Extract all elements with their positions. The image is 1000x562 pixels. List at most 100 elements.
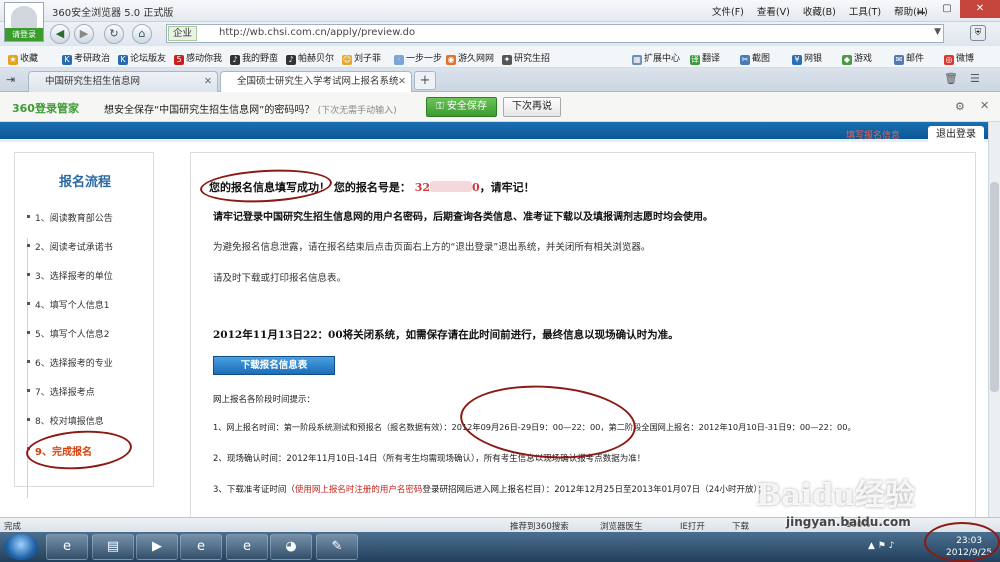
step-item: 2、阅读考试承诺书 — [27, 240, 113, 253]
forward-icon[interactable]: ▶ — [74, 24, 94, 44]
tab-chsi[interactable]: 中国研究生招生信息网 ✕ — [28, 71, 218, 92]
step-item: 8、校对填报信息 — [27, 414, 104, 427]
menu-favorites[interactable]: 收藏(B) — [803, 7, 836, 18]
close-tab-icon[interactable]: ✕ — [204, 72, 212, 91]
step-item-current: 9、完成报名 — [27, 443, 92, 458]
favorites-menu[interactable]: ★ 收藏 — [8, 51, 38, 65]
games-button[interactable]: ◆ 游戏 — [842, 51, 872, 65]
browser-doctor[interactable]: 浏览器医生 — [600, 520, 643, 532]
paint-icon[interactable]: ✎ — [316, 534, 358, 560]
media-player-icon[interactable]: ▶ — [136, 534, 178, 560]
menu-bar: 文件(F) 查看(V) 收藏(B) 工具(T) 帮助(H) — [712, 4, 938, 18]
translate-button[interactable]: 译翻译 — [690, 51, 720, 65]
password-manager-bar: 360登录管家 想安全保存“中国研究生招生信息网”的密码吗？ (下次无需手动输入… — [0, 92, 1000, 122]
close-icon[interactable]: ✕ — [960, 0, 1000, 18]
fav-item[interactable]: ✦ 研究生招 — [502, 51, 550, 65]
zoom-level[interactable]: 100% — [846, 520, 870, 530]
site-icon: ◉ — [446, 55, 456, 65]
menu-tools[interactable]: 工具(T) — [849, 7, 881, 18]
window-controls: ▁ ▢ ✕ — [908, 0, 1000, 20]
weibo-icon: ◎ — [944, 55, 954, 65]
sidebar-toggle-icon[interactable]: ⇥ — [6, 73, 15, 86]
site-icon: K — [62, 55, 72, 65]
close-icon[interactable]: ✕ — [980, 99, 989, 112]
screenshot-button[interactable]: ✂ 截图 — [740, 51, 770, 65]
logout-button[interactable]: 退出登录 — [928, 126, 984, 144]
star-icon: ★ — [8, 55, 18, 65]
mail-button[interactable]: ✉ 邮件 — [894, 51, 924, 65]
download-form-button[interactable]: 下载报名信息表 — [213, 356, 335, 375]
step-item: 6、选择报考的专业 — [27, 356, 113, 369]
tray-icons[interactable]: ▲ ⚑ ♪ — [868, 541, 894, 551]
trash-icon[interactable]: 🗑 — [944, 72, 958, 85]
avatar[interactable]: 请登录 — [4, 2, 44, 42]
back-icon[interactable]: ◀ — [50, 24, 70, 44]
puzzle-icon: ▦ — [632, 55, 642, 65]
fav-item[interactable]: ♪ 我的野蛮 — [230, 51, 278, 65]
shield-icon[interactable]: ⛨ — [970, 25, 986, 41]
folder-icon[interactable]: ▤ — [92, 534, 134, 560]
system-close-notice: 2012年11月13日22：00将关闭系统，如需保存请在此时间前进行，最终信息以… — [213, 329, 679, 341]
url-text[interactable]: http://wb.chsi.com.cn/apply/preview.do — [219, 27, 415, 38]
menu-view[interactable]: 查看(V) — [757, 7, 790, 18]
site-icon: · — [394, 55, 404, 65]
qq-icon[interactable]: ◕ — [270, 534, 312, 560]
maximize-icon[interactable]: ▢ — [934, 0, 960, 18]
scrollbar-thumb[interactable] — [990, 182, 999, 392]
gear-icon[interactable]: ⚙ — [955, 100, 965, 113]
later-button[interactable]: 下次再说 — [503, 97, 561, 117]
web-page: 填写报名信息 退出登录 报名流程 1、阅读教育部公告 2、阅读考试承诺书 3、选… — [0, 122, 988, 517]
tab-list-icon[interactable]: ☰ — [970, 72, 980, 85]
window-title: 360安全浏览器 5.0 正式版 — [52, 8, 174, 19]
login-button[interactable]: 请登录 — [5, 28, 43, 41]
site-icon: ♪ — [230, 55, 240, 65]
bank-button[interactable]: ¥ 网银 — [792, 51, 822, 65]
title-bar: 360安全浏览器 5.0 正式版 文件(F) 查看(V) 收藏(B) 工具(T)… — [0, 0, 1000, 22]
recommend-360-search[interactable]: 推荐到360搜索 — [510, 520, 569, 532]
menu-file[interactable]: 文件(F) — [712, 7, 744, 18]
tab-registration[interactable]: 全国硕士研究生入学考试网上报名系统 ✕ — [220, 71, 412, 92]
fav-item[interactable]: · 一步一步 — [394, 51, 442, 65]
gamepad-icon: ◆ — [842, 55, 852, 65]
start-button[interactable] — [4, 534, 38, 560]
site-icon: ☺ — [342, 55, 352, 65]
downloads[interactable]: 下载 — [732, 520, 749, 532]
fav-item[interactable]: K 考研政治 — [62, 51, 110, 65]
site-icon: K — [118, 55, 128, 65]
refresh-icon[interactable]: ↻ — [104, 24, 124, 44]
success-message: 您的报名信息填写成功！ 您的报名号是： 32 0，请牢记！ — [209, 181, 535, 194]
fav-item[interactable]: K 论坛版友 — [118, 51, 166, 65]
fav-item[interactable]: ◉ 游久网网 — [446, 51, 494, 65]
tab-bar: ⇥ 中国研究生招生信息网 ✕ 全国硕士研究生入学考试网上报名系统 ✕ + 🗑 ☰ — [0, 68, 1000, 92]
translate-icon: 译 — [690, 55, 700, 65]
step-item: 5、填写个人信息2 — [26, 327, 109, 340]
page-scrollbar[interactable] — [988, 122, 1000, 517]
minimize-icon[interactable]: ▁ — [908, 0, 934, 18]
fav-item[interactable]: ♪ 帕赫贝尔 — [286, 51, 334, 65]
zone-selector[interactable]: 企业 — [168, 26, 198, 41]
ie-open[interactable]: IE打开 — [680, 520, 705, 532]
weibo-button[interactable]: ◎ 微博 — [944, 51, 974, 65]
360-browser-icon[interactable]: e — [180, 534, 222, 560]
schedule-item: 3、下载准考证时间（使用网上报名时注册的用户名密码登录研招网后进入网上报名栏目）… — [213, 485, 767, 495]
fav-item[interactable]: ☺ 刘子菲 — [342, 51, 381, 65]
secure-save-button[interactable]: ⚿ 安全保存 — [426, 97, 497, 117]
step-line — [27, 238, 28, 498]
ie-icon[interactable]: e — [46, 534, 88, 560]
clock[interactable]: 23:03 2012/9/25 — [946, 535, 992, 559]
address-row: ◀ ▶ ↻ ⌂ 企业 http://wb.chsi.com.cn/apply/p… — [0, 22, 1000, 46]
new-tab-button[interactable]: + — [414, 71, 436, 90]
home-icon[interactable]: ⌂ — [132, 24, 152, 44]
address-bar[interactable]: 企业 http://wb.chsi.com.cn/apply/preview.d… — [166, 24, 944, 43]
360-browser-icon[interactable]: e — [226, 534, 268, 560]
fill-info-link[interactable]: 填写报名信息 — [846, 128, 900, 141]
process-sidebar: 报名流程 1、阅读教育部公告 2、阅读考试承诺书 3、选择报考的单位 4、填写个… — [14, 152, 154, 498]
extension-center[interactable]: ▦ 扩展中心 — [632, 51, 680, 65]
remember-credentials-notice: 请牢记登录中国研究生招生信息网的用户名密码，后期查询各类信息、准考证下载以及填报… — [213, 212, 713, 223]
dropdown-icon[interactable]: ▼ — [934, 27, 941, 37]
scissors-icon: ✂ — [740, 55, 750, 65]
fav-item[interactable]: 5 感动你我 — [174, 51, 222, 65]
download-hint: 请及时下载或打印报名信息表。 — [213, 273, 347, 284]
privacy-notice: 为避免报名信息泄露，请在报名结束后点击页面右上方的“退出登录”退出系统，并关闭所… — [213, 242, 651, 253]
close-tab-icon[interactable]: ✕ — [398, 72, 406, 91]
